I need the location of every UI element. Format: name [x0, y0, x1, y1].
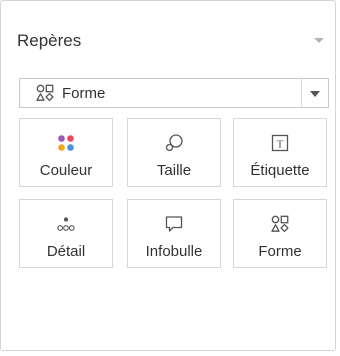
color-icon — [58, 135, 74, 151]
label-icon-glyph: T — [277, 138, 284, 150]
marks-card-title: Repères — [17, 31, 82, 50]
color-property-button[interactable]: Couleur — [19, 118, 113, 187]
color-property-label: Couleur — [39, 162, 93, 179]
panel-menu-dropdown-icon[interactable] — [314, 38, 324, 43]
size-property-label: Taille — [156, 162, 192, 179]
chevron-down-icon[interactable] — [310, 91, 320, 97]
shape-property-button[interactable]: Forme — [233, 199, 327, 268]
shape-property-label: Forme — [258, 243, 302, 260]
marks-card-panel: Repères Forme Couleur Taille T Étiquette… — [0, 0, 336, 351]
tooltip-icon — [165, 216, 183, 232]
label-icon: T — [271, 134, 289, 152]
size-icon — [165, 134, 183, 152]
size-property-button[interactable]: Taille — [127, 118, 221, 187]
detail-property-label: Détail — [46, 243, 86, 260]
dropdown-divider — [301, 79, 302, 107]
label-property-button[interactable]: T Étiquette — [233, 118, 327, 187]
tooltip-property-label: Infobulle — [145, 243, 203, 260]
mark-type-value: Forme — [62, 85, 106, 102]
mark-type-dropdown[interactable]: Forme — [19, 78, 329, 108]
label-property-label: Étiquette — [250, 162, 310, 179]
detail-icon — [57, 217, 75, 231]
tooltip-property-button[interactable]: Infobulle — [127, 199, 221, 268]
shape-icon — [271, 215, 289, 233]
detail-property-button[interactable]: Détail — [19, 199, 113, 268]
shape-icon — [36, 84, 54, 102]
